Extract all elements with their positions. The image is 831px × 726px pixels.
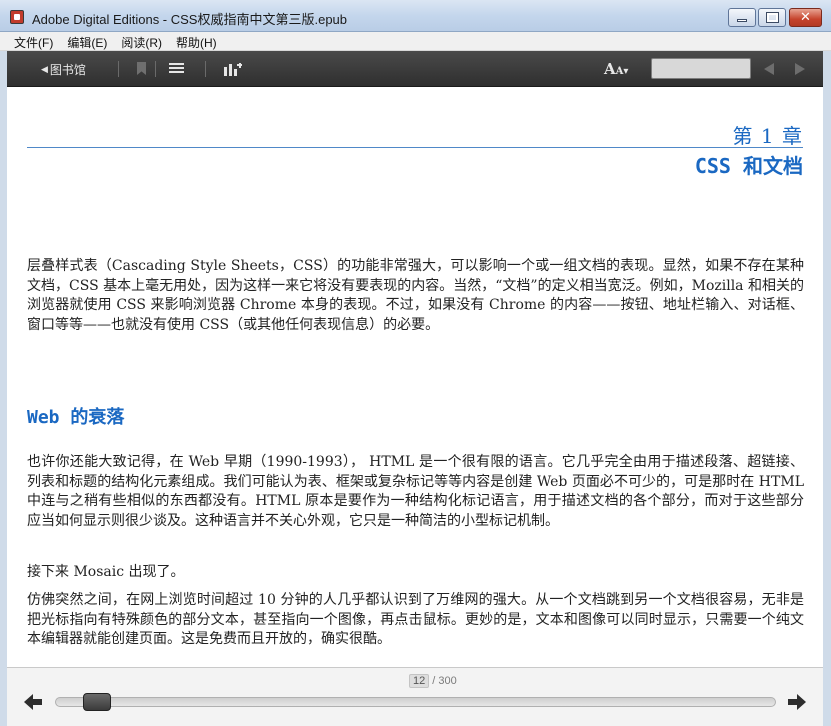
- page-navigation-bar: 12 / 300: [7, 667, 823, 726]
- close-icon: ✕: [800, 10, 811, 25]
- minimize-button[interactable]: [728, 8, 756, 27]
- menu-file[interactable]: 文件(F): [0, 32, 60, 51]
- page-slider-track[interactable]: [55, 697, 776, 707]
- maximize-icon: [765, 12, 779, 23]
- chapter-number: 第 1 章: [732, 124, 803, 148]
- menu-read[interactable]: 阅读(R): [114, 32, 169, 51]
- toolbar-divider: [205, 61, 206, 77]
- menu-bar: 文件(F) 编辑(E) 阅读(R) 帮助(H): [0, 32, 831, 51]
- page-slider-thumb[interactable]: [82, 693, 111, 711]
- current-page-field[interactable]: 12: [409, 674, 430, 688]
- toolbar-divider: [118, 61, 119, 77]
- book-page: 第 1 章 CSS 和文档 层叠样式表（Cascading Style Shee…: [7, 87, 823, 667]
- paragraph-mosaic: 接下来 Mosaic 出现了。: [27, 564, 185, 580]
- menu-edit[interactable]: 编辑(E): [60, 32, 114, 51]
- close-button[interactable]: ✕: [789, 8, 822, 27]
- section-heading: Web 的衰落: [27, 407, 125, 428]
- back-arrow-icon: ◀: [41, 64, 48, 75]
- app-icon: [10, 10, 24, 24]
- next-page-icon[interactable]: [788, 694, 806, 710]
- minimize-icon: [737, 19, 747, 22]
- library-label: 图书馆: [49, 63, 86, 77]
- previous-page-icon[interactable]: [24, 694, 42, 710]
- maximize-button[interactable]: [758, 8, 786, 27]
- bookmark-icon[interactable]: [137, 62, 146, 75]
- toolbar-divider: [155, 61, 156, 77]
- paragraph-web-history: 也许你还能大致记得，在 Web 早期（1990-1993）， HTML 是一个很…: [27, 454, 804, 529]
- font-size-button[interactable]: AA▾: [604, 60, 628, 78]
- total-pages: / 300: [432, 675, 457, 687]
- search-next-icon[interactable]: [795, 63, 805, 75]
- paragraph-web-power: 仿佛突然之间，在网上浏览时间超过 10 分钟的人几乎都认识到了万维网的强大。从一…: [27, 592, 804, 647]
- library-button[interactable]: ◀ 图书馆: [41, 61, 86, 78]
- search-input[interactable]: [651, 58, 751, 79]
- bookmark-add-icon[interactable]: [224, 61, 242, 76]
- chapter-title: CSS 和文档: [694, 154, 803, 178]
- search-previous-icon[interactable]: [764, 63, 774, 75]
- page-indicator: 12 / 300: [409, 674, 457, 688]
- font-size-large-label: A: [604, 60, 616, 78]
- reader-toolbar: ◀ 图书馆 AA▾: [7, 51, 823, 87]
- paragraph-intro: 层叠样式表（Cascading Style Sheets，CSS）的功能非常强大…: [27, 258, 804, 333]
- font-size-small-label: A▾: [615, 66, 629, 77]
- window-title: Adobe Digital Editions - CSS权威指南中文第三版.ep…: [32, 12, 348, 27]
- title-bar: Adobe Digital Editions - CSS权威指南中文第三版.ep…: [0, 0, 831, 32]
- table-of-contents-icon[interactable]: [169, 63, 184, 74]
- menu-help[interactable]: 帮助(H): [169, 32, 224, 51]
- chapter-divider: [27, 147, 803, 148]
